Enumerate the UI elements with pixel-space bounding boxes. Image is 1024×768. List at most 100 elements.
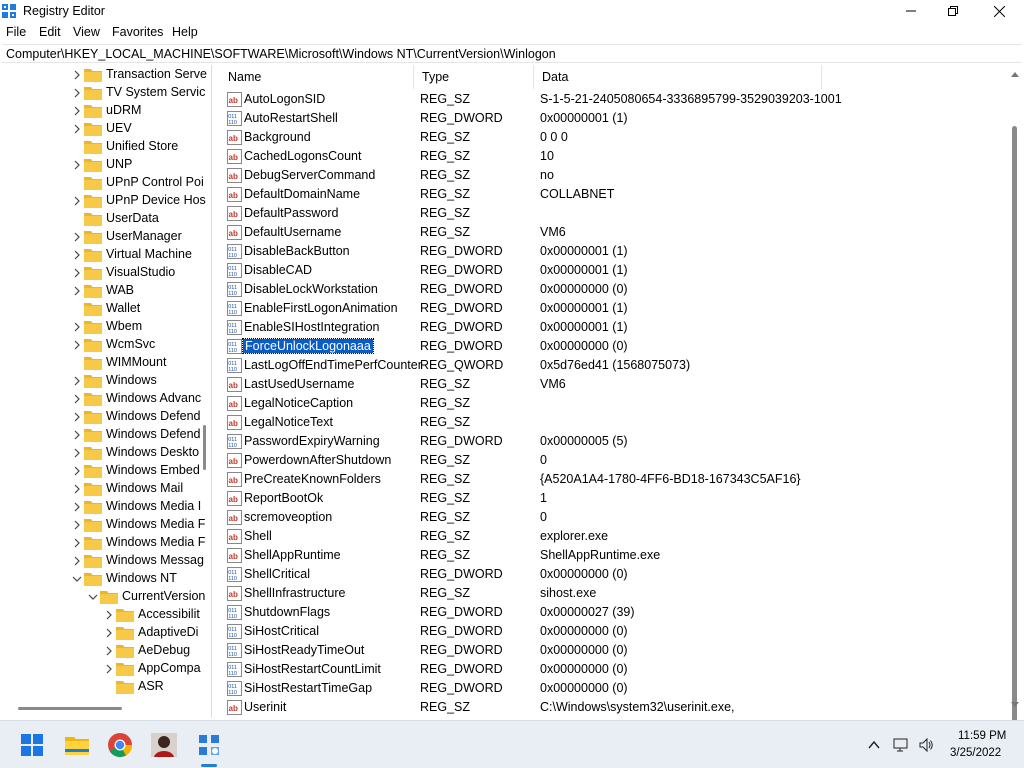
chevron-right-icon[interactable] — [104, 609, 114, 621]
list-vertical-scrollbar[interactable] — [1007, 66, 1024, 736]
value-row[interactable]: ab Background REG_SZ 0 0 0 — [220, 128, 1010, 147]
maximize-button[interactable] — [930, 0, 976, 22]
chevron-right-icon[interactable] — [72, 213, 82, 225]
value-row[interactable]: 011 110 SiHostReadyTimeOut REG_DWORD 0x00000… — [220, 641, 1010, 660]
tree-scrollbar-thumb[interactable] — [203, 425, 206, 470]
value-row[interactable]: ab scremoveoption REG_SZ 0 — [220, 508, 1010, 527]
value-row[interactable]: 011 110 SiHostRestartCountLimit REG_DWORD 0x… — [220, 660, 1010, 679]
value-row[interactable]: ab LastUsedUsername REG_SZ VM6 — [220, 375, 1010, 394]
value-row[interactable]: 011 110 EnableSIHostIntegration REG_DWORD 0x… — [220, 318, 1010, 337]
value-row[interactable]: ab LegalNoticeCaption REG_SZ — [220, 394, 1010, 413]
scroll-up-arrow-icon[interactable] — [1011, 71, 1019, 77]
chevron-right-icon[interactable] — [72, 411, 82, 423]
chevron-down-icon[interactable] — [72, 573, 82, 585]
chevron-right-icon[interactable] — [72, 537, 82, 549]
start-icon[interactable] — [16, 729, 48, 761]
chevron-right-icon[interactable] — [72, 339, 82, 351]
chevron-right-icon[interactable] — [104, 645, 114, 657]
clock-time[interactable]: 11:59 PM — [958, 730, 1006, 742]
value-row[interactable]: ab DebugServerCommand REG_SZ no — [220, 166, 1010, 185]
user-photo-app-icon[interactable] — [148, 729, 180, 761]
close-button[interactable] — [976, 0, 1022, 22]
volume-icon[interactable] — [918, 737, 934, 753]
chevron-right-icon[interactable] — [72, 123, 82, 135]
menu-favorites[interactable]: Favorites — [112, 25, 163, 39]
chevron-right-icon[interactable] — [72, 105, 82, 117]
value-row[interactable]: ab ReportBootOk REG_SZ 1 — [220, 489, 1010, 508]
chrome-icon[interactable] — [104, 729, 136, 761]
value-row[interactable]: 011 110 SiHostCritical REG_DWORD 0x00000000 … — [220, 622, 1010, 641]
chevron-right-icon[interactable] — [72, 357, 82, 369]
chevron-right-icon[interactable] — [72, 303, 82, 315]
chevron-right-icon[interactable] — [72, 393, 82, 405]
key-tree-pane[interactable]: Transaction Serve TV System Servic uDRM UEV… — [0, 65, 212, 718]
address-bar[interactable]: Computer\HKEY_LOCAL_MACHINE\SOFTWARE\Mic… — [2, 44, 1022, 63]
value-row[interactable]: ab AutoLogonSID REG_SZ S-1-5-21-2405080654-… — [220, 90, 1010, 109]
chevron-down-icon[interactable] — [88, 591, 98, 603]
value-row[interactable]: 011 110 PasswordExpiryWarning REG_DWORD 0x00… — [220, 432, 1010, 451]
chevron-up-icon[interactable] — [866, 737, 882, 753]
minimize-button[interactable] — [888, 0, 934, 22]
chevron-right-icon[interactable] — [72, 285, 82, 297]
value-row[interactable]: ab LegalNoticeText REG_SZ — [220, 413, 1010, 432]
tree-horizontal-scrollbar-thumb[interactable] — [18, 707, 122, 710]
value-row[interactable]: ab DefaultUsername REG_SZ VM6 — [220, 223, 1010, 242]
value-row[interactable]: ab CachedLogonsCount REG_SZ 10 — [220, 147, 1010, 166]
chevron-right-icon[interactable] — [72, 375, 82, 387]
clock-date[interactable]: 3/25/2022 — [950, 747, 1001, 759]
scroll-down-arrow-icon[interactable] — [1011, 702, 1019, 708]
value-row[interactable]: ab Userinit REG_SZ C:\Windows\system32\user… — [220, 698, 1010, 717]
chevron-right-icon[interactable] — [72, 177, 82, 189]
value-row[interactable]: ab DefaultDomainName REG_SZ COLLABNET — [220, 185, 1010, 204]
chevron-right-icon[interactable] — [104, 627, 114, 639]
chevron-right-icon[interactable] — [72, 519, 82, 531]
scrollbar-thumb[interactable] — [1012, 126, 1017, 736]
chevron-right-icon[interactable] — [72, 159, 82, 171]
chevron-right-icon[interactable] — [104, 681, 114, 693]
value-row[interactable]: 011 110 AutoRestartShell REG_DWORD 0x0000000… — [220, 109, 1010, 128]
value-row[interactable]: ab Shell REG_SZ explorer.exe — [220, 527, 1010, 546]
column-header-data[interactable]: Data — [534, 65, 822, 89]
chevron-right-icon[interactable] — [72, 501, 82, 513]
chevron-right-icon[interactable] — [72, 429, 82, 441]
value-row[interactable]: ab DefaultPassword REG_SZ — [220, 204, 1010, 223]
value-row[interactable]: 011 110 ShutdownFlags REG_DWORD 0x00000027 (… — [220, 603, 1010, 622]
menu-help[interactable]: Help — [172, 25, 198, 39]
folder-icon — [84, 555, 102, 568]
value-row[interactable]: 011 110 DisableBackButton REG_DWORD 0x000000… — [220, 242, 1010, 261]
regedit-icon[interactable] — [193, 729, 225, 761]
chevron-right-icon[interactable] — [72, 141, 82, 153]
column-header-type[interactable]: Type — [414, 65, 534, 89]
chevron-right-icon[interactable] — [104, 663, 114, 675]
values-list-pane[interactable]: Name Type Data ab AutoLogonSID REG_SZ S-1-5… — [220, 65, 1024, 718]
column-header-name[interactable]: Name — [220, 65, 414, 89]
value-name: DebugServerCommand — [244, 168, 376, 182]
chevron-right-icon[interactable] — [72, 465, 82, 477]
value-row[interactable]: 011 110 LastLogOffEndTimePerfCounter REG_QW… — [220, 356, 1010, 375]
chevron-right-icon[interactable] — [72, 321, 82, 333]
value-row[interactable]: 011 110 EnableFirstLogonAnimation REG_DWORD… — [220, 299, 1010, 318]
file-explorer-icon[interactable] — [61, 729, 93, 761]
value-row[interactable]: 011 110 DisableCAD REG_DWORD 0x00000001 (1) — [220, 261, 1010, 280]
chevron-right-icon[interactable] — [72, 249, 82, 261]
chevron-right-icon[interactable] — [72, 231, 82, 243]
chevron-right-icon[interactable] — [72, 87, 82, 99]
menu-view[interactable]: View — [73, 25, 100, 39]
chevron-right-icon[interactable] — [72, 69, 82, 81]
value-row[interactable]: 011 110 ShellCritical REG_DWORD 0x00000000 (… — [220, 565, 1010, 584]
chevron-right-icon[interactable] — [72, 267, 82, 279]
value-row[interactable]: 011 110 DisableLockWorkstation REG_DWORD 0x0… — [220, 280, 1010, 299]
value-row[interactable]: 011 110 ForceUnlockLogonaaa REG_DWORD 0x0000… — [220, 337, 1010, 356]
network-icon[interactable] — [893, 737, 909, 753]
chevron-right-icon[interactable] — [72, 483, 82, 495]
chevron-right-icon[interactable] — [72, 555, 82, 567]
value-row[interactable]: ab PowerdownAfterShutdown REG_SZ 0 — [220, 451, 1010, 470]
chevron-right-icon[interactable] — [72, 195, 82, 207]
chevron-right-icon[interactable] — [72, 447, 82, 459]
value-row[interactable]: ab PreCreateKnownFolders REG_SZ {A520A1A4-1… — [220, 470, 1010, 489]
value-row[interactable]: ab ShellInfrastructure REG_SZ sihost.exe — [220, 584, 1010, 603]
value-row[interactable]: 011 110 SiHostRestartTimeGap REG_DWORD 0x000… — [220, 679, 1010, 698]
menu-file[interactable]: File — [6, 25, 26, 39]
value-row[interactable]: ab ShellAppRuntime REG_SZ ShellAppRuntime.e… — [220, 546, 1010, 565]
menu-edit[interactable]: Edit — [39, 25, 61, 39]
